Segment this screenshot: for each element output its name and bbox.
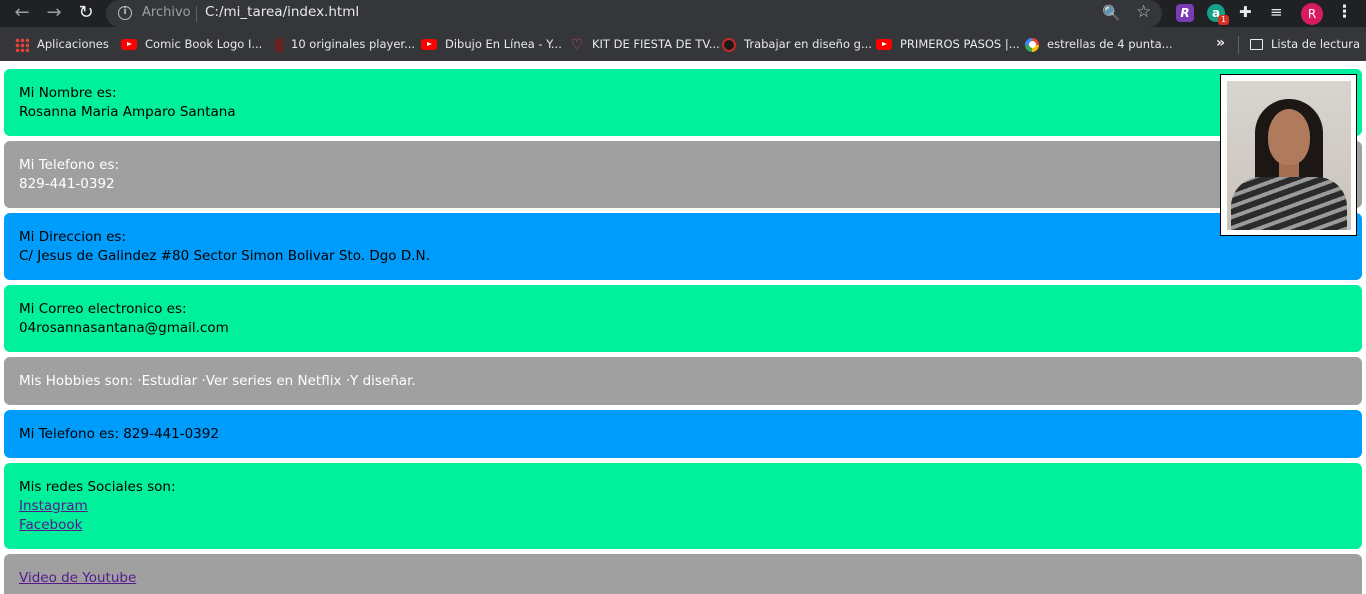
facebook-link[interactable]: Facebook — [19, 516, 1347, 535]
phone-inline-text: Mi Telefono es: 829-441-0392 — [19, 426, 219, 442]
bookmark-dibujo-en-linea[interactable]: Dibujo En Línea - Y... — [421, 35, 562, 53]
reading-list-label: Lista de lectura — [1271, 37, 1361, 51]
reading-list-icon — [1250, 39, 1263, 50]
bookmark-label: PRIMEROS PASOS |... — [900, 37, 1020, 51]
bookmark-apps[interactable]: Aplicaciones — [15, 35, 109, 53]
bookmark-label: Comic Book Logo I... — [145, 37, 263, 51]
phone-card: Mi Telefono es: 829-441-0392 — [4, 141, 1362, 208]
video-card: Video de Youtube — [4, 554, 1362, 594]
address-value: C/ Jesus de Galindez #80 Sector Simon Bo… — [19, 248, 430, 264]
bookmark-label: Trabajar en diseño g... — [744, 37, 872, 51]
kebab-menu-icon[interactable]: ⋮ — [1336, 2, 1353, 22]
email-value: 04rosannasantana@gmail.com — [19, 320, 229, 336]
profile-avatar[interactable]: R — [1301, 3, 1323, 25]
back-arrow-icon[interactable]: ← — [10, 2, 34, 26]
media-control-icon[interactable]: ≡ — [1270, 3, 1283, 21]
hobbies-text: Mis Hobbies son: ·Estudiar ·Ver series e… — [19, 373, 416, 389]
youtube-icon — [121, 39, 137, 50]
email-card: Mi Correo electronico es: 04rosannasanta… — [4, 285, 1362, 352]
zoom-icon[interactable]: 🔍 — [1102, 4, 1121, 22]
browser-toolbar: ← → ↻ i Archivo C:/mi_tarea/index.html 🔍… — [0, 0, 1366, 27]
profile-photo-frame — [1220, 74, 1357, 236]
bookmarks-divider — [1238, 36, 1239, 54]
youtube-video-link[interactable]: Video de Youtube — [19, 569, 1347, 588]
bookmark-trabajar-en-diseno[interactable]: Trabajar en diseño g... — [722, 35, 872, 53]
behance-icon — [722, 37, 736, 52]
name-label: Mi Nombre es: — [19, 85, 117, 101]
pinterest-icon — [275, 37, 283, 52]
name-value: Rosanna Maria Amparo Santana — [19, 104, 236, 120]
bookmark-comic-book-logo[interactable]: Comic Book Logo I... — [121, 35, 262, 53]
photo-shirt — [1231, 177, 1347, 230]
omnibox-divider — [196, 6, 197, 22]
forward-arrow-icon[interactable]: → — [42, 2, 66, 26]
bookmark-primeros-pasos[interactable]: PRIMEROS PASOS |... — [876, 35, 1020, 53]
socials-label: Mis redes Sociales son: — [19, 479, 176, 495]
phone-inline-card: Mi Telefono es: 829-441-0392 — [4, 410, 1362, 458]
extension-badge: 1 — [1218, 15, 1229, 25]
apps-grid-icon — [15, 37, 29, 52]
address-card: Mi Direccion es: C/ Jesus de Galindez #8… — [4, 213, 1362, 280]
address-label: Mi Direccion es: — [19, 229, 126, 245]
bookmark-label: Dibujo En Línea - Y... — [445, 37, 562, 51]
google-icon — [1025, 37, 1039, 52]
bookmarks-bar: Aplicaciones Comic Book Logo I... 10 ori… — [0, 27, 1366, 61]
email-label: Mi Correo electronico es: — [19, 301, 187, 317]
bookmark-estrellas[interactable]: estrellas de 4 punta... — [1025, 35, 1173, 53]
extension-r-icon[interactable]: R — [1176, 4, 1194, 22]
youtube-icon — [421, 39, 437, 50]
reading-list-button[interactable]: Lista de lectura — [1250, 35, 1360, 53]
name-card: Mi Nombre es: Rosanna Maria Amparo Santa… — [4, 69, 1362, 136]
youtube-icon — [876, 39, 892, 50]
phone-label: Mi Telefono es: — [19, 157, 120, 173]
address-bar[interactable]: i Archivo C:/mi_tarea/index.html 🔍 ☆ — [106, 0, 1162, 27]
socials-card: Mis redes Sociales son: Instagram Facebo… — [4, 463, 1362, 549]
photo-face — [1268, 109, 1310, 165]
bookmark-label: Aplicaciones — [37, 37, 109, 51]
profile-photo — [1227, 81, 1351, 230]
more-bookmarks-chevron-icon[interactable]: » — [1216, 35, 1225, 51]
heart-icon: ♡ — [570, 36, 584, 53]
bookmark-label: estrellas de 4 punta... — [1047, 37, 1173, 51]
bookmark-star-icon[interactable]: ☆ — [1136, 2, 1151, 22]
url-text[interactable]: C:/mi_tarea/index.html — [205, 4, 359, 20]
bookmark-label: 10 originales player... — [291, 37, 416, 51]
bookmark-label: KIT DE FIESTA DE TV... — [592, 37, 720, 51]
page-content: Mi Nombre es: Rosanna Maria Amparo Santa… — [0, 61, 1366, 594]
reload-icon[interactable]: ↻ — [74, 2, 98, 26]
bookmark-kit-de-fiesta[interactable]: ♡ KIT DE FIESTA DE TV... — [570, 35, 720, 53]
hobbies-card: Mis Hobbies son: ·Estudiar ·Ver series e… — [4, 357, 1362, 405]
instagram-link[interactable]: Instagram — [19, 497, 1347, 516]
info-icon[interactable]: i — [118, 6, 132, 20]
bookmark-originales-player[interactable]: 10 originales player... — [275, 35, 415, 53]
extensions-puzzle-icon[interactable]: ✚ — [1239, 3, 1252, 21]
scheme-label: Archivo — [142, 5, 191, 20]
phone-value: 829-441-0392 — [19, 176, 115, 192]
